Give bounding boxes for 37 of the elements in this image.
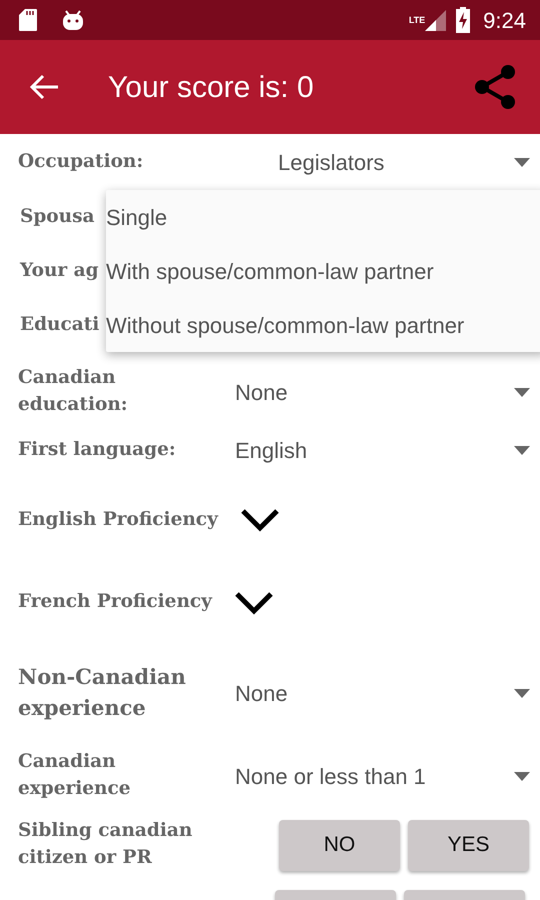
field-label: French Proficiency <box>18 590 212 614</box>
network-label: LTE <box>408 14 426 26</box>
dropdown-caret-icon <box>514 158 530 166</box>
chevron-down-icon[interactable] <box>234 590 274 614</box>
dropdown-caret-icon <box>514 446 530 454</box>
field-label: Your ag <box>18 258 98 283</box>
share-icon[interactable] <box>474 64 516 110</box>
toggle-button[interactable]: YES <box>408 820 529 870</box>
back-arrow-icon[interactable] <box>30 74 60 100</box>
toggle-button[interactable]: NO <box>279 820 400 870</box>
field-label: Spousa <box>19 204 94 229</box>
field-label: First language: <box>18 438 177 462</box>
dropdown-spinner[interactable]: Legislators <box>235 146 530 178</box>
dropdown-caret-icon <box>514 388 530 396</box>
dropdown-spinner[interactable]: English <box>235 434 530 466</box>
signal-icon <box>423 8 448 32</box>
field-label: Non-Canadian experience <box>18 663 187 722</box>
field-label: Sibling canadian citizen or PR <box>18 819 194 870</box>
field-label: English Proficiency <box>18 508 218 532</box>
clock-time: 9:24 <box>483 6 526 34</box>
dropdown-caret-icon <box>514 772 530 780</box>
android-icon <box>62 9 84 31</box>
dropdown-spinner[interactable]: None or less than 1 <box>235 760 530 792</box>
battery-charging-icon <box>455 7 472 33</box>
dropdown-spinner[interactable]: None <box>235 376 530 408</box>
field-label: Canadian education: <box>18 366 129 417</box>
field-label: Occupation: <box>18 150 144 174</box>
field-label: Educati <box>19 312 100 337</box>
screen-title: Your score is: 0 <box>108 70 314 106</box>
sd-card-icon <box>18 8 38 32</box>
chevron-down-icon[interactable] <box>240 508 280 532</box>
menu-item[interactable]: Without spouse/common-law partner <box>106 298 540 352</box>
dropdown-spinner[interactable]: None <box>235 677 530 710</box>
menu-item[interactable]: With spouse/common-law partner <box>106 244 540 298</box>
dropdown-caret-icon <box>514 689 530 698</box>
menu-item[interactable]: Single <box>106 190 540 244</box>
field-label: Canadian experience <box>18 750 132 801</box>
